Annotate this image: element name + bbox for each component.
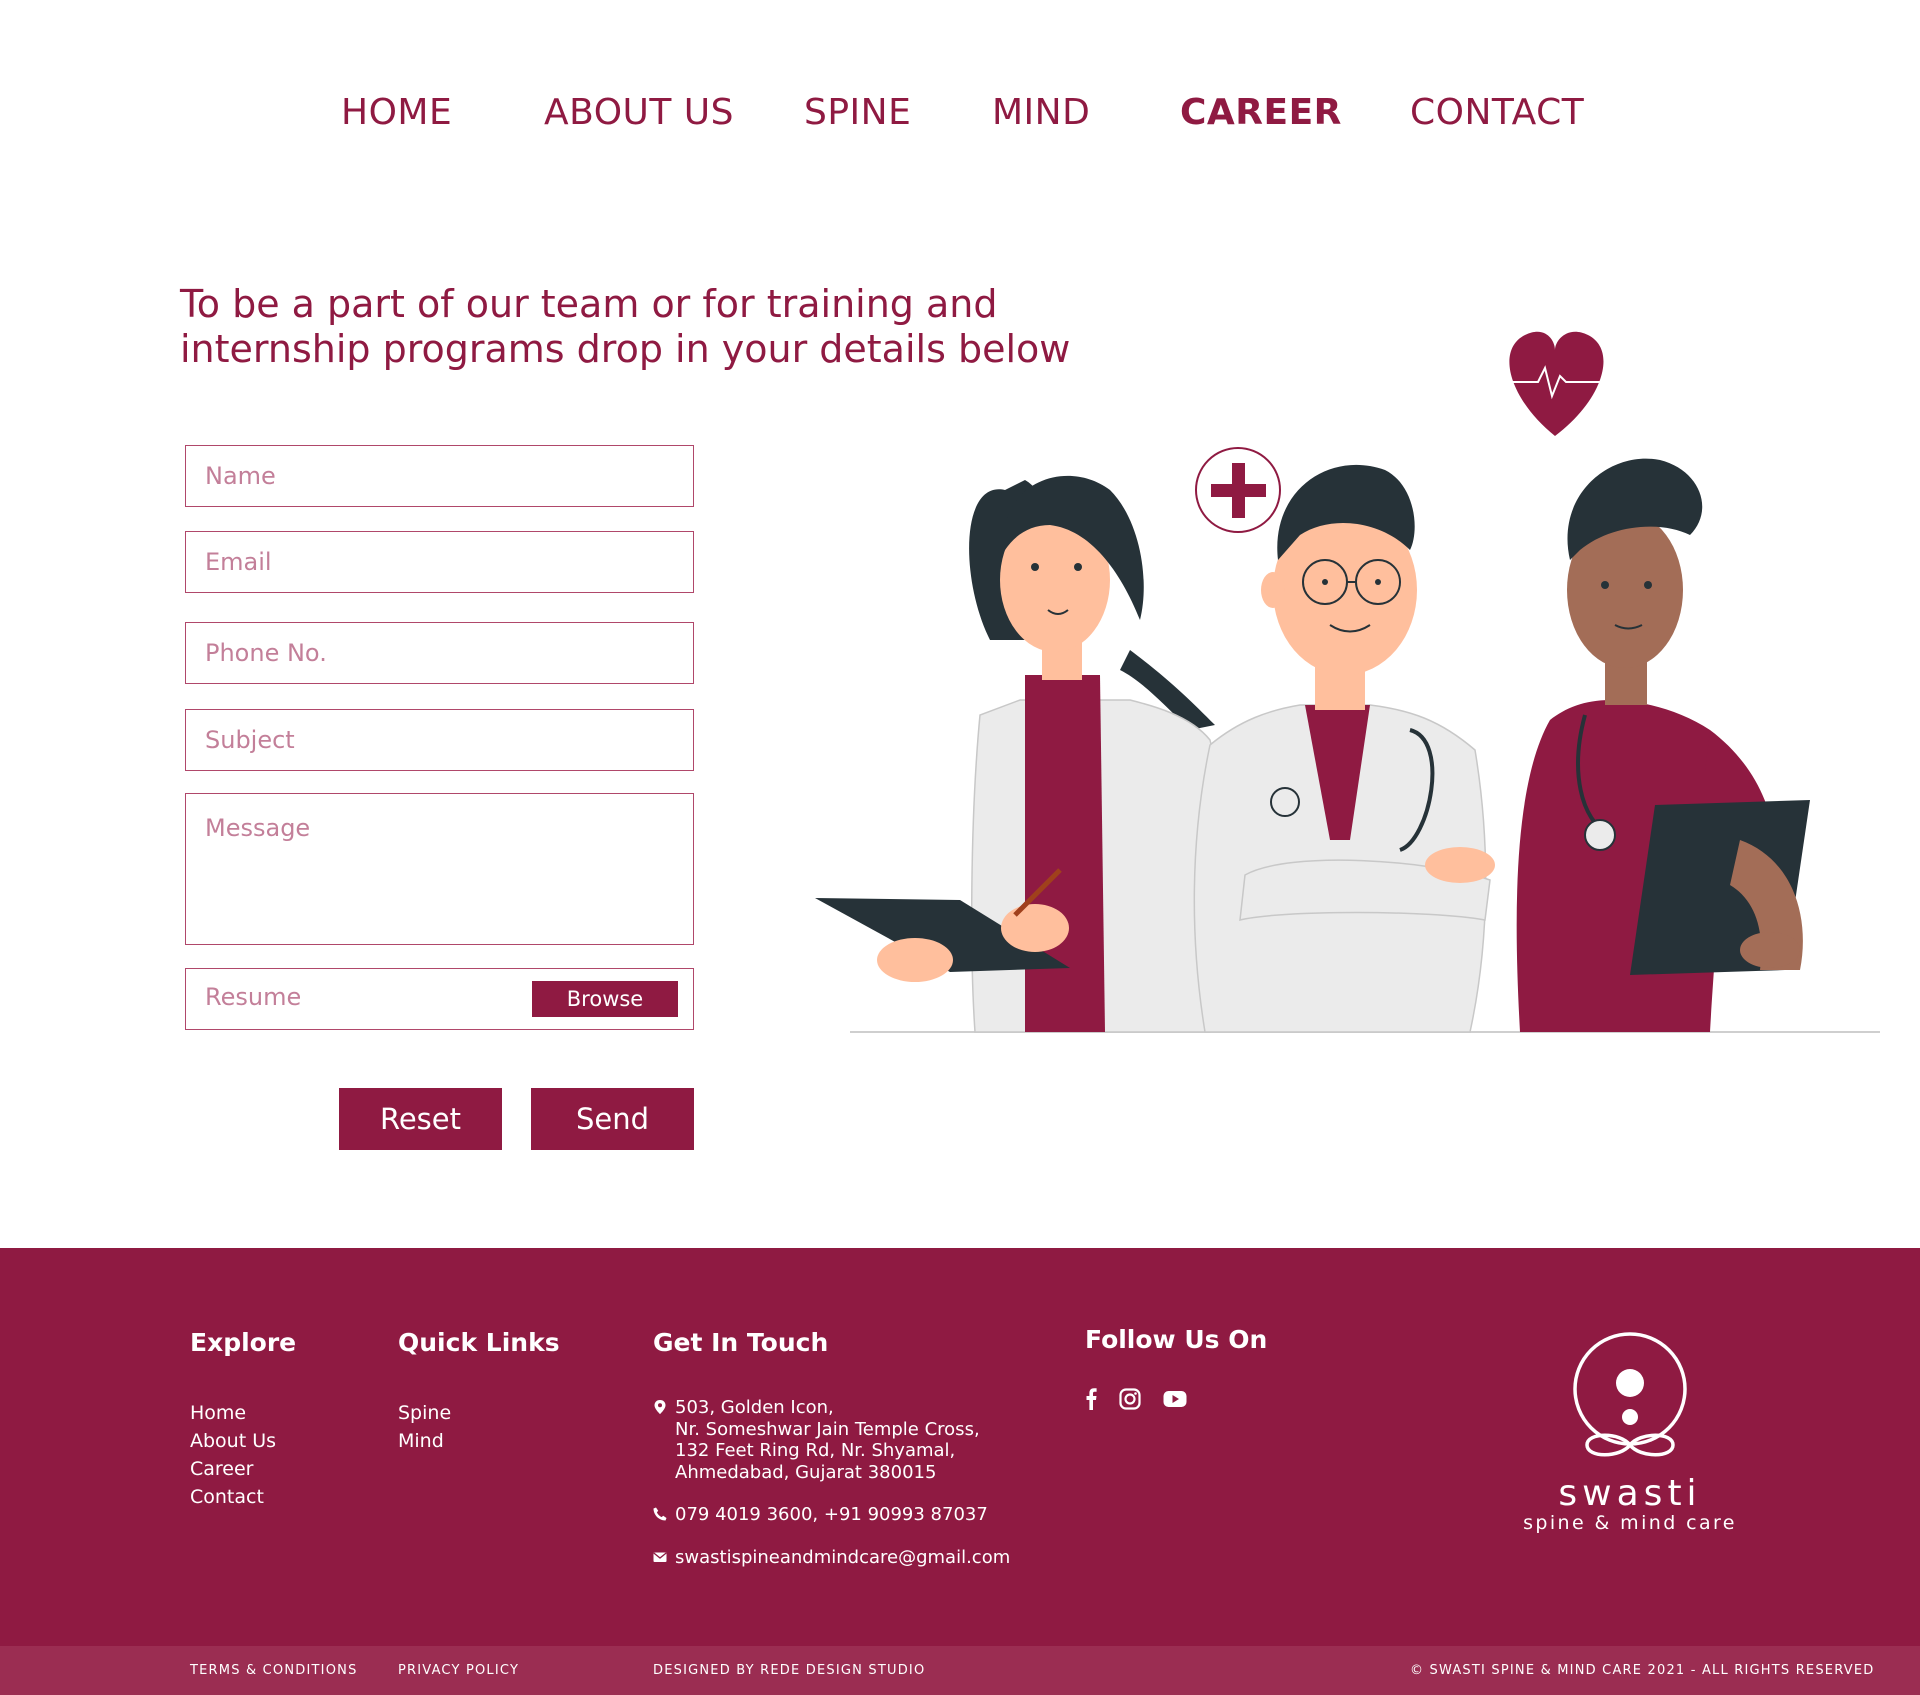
footer-link-home[interactable]: Home [190,1399,296,1427]
address-block: 503, Golden Icon, Nr. Someshwar Jain Tem… [653,1397,1010,1483]
reset-button[interactable]: Reset [339,1088,502,1150]
nav-home[interactable]: HOME [341,92,452,133]
heart-icon [1509,331,1604,436]
resume-label: Resume [205,983,302,1011]
medical-plus-icon [1195,447,1281,533]
address-line-3: 132 Feet Ring Rd, Nr. Shyamal, [675,1440,956,1461]
nurse-figure [1516,458,1810,1032]
name-input[interactable] [186,446,693,506]
facebook-icon[interactable] [1085,1388,1097,1415]
quick-links-heading: Quick Links [398,1328,560,1357]
footer-link-contact[interactable]: Contact [190,1483,296,1511]
subject-field-box [185,709,694,771]
male-doctor-figure [1193,464,1495,1033]
footer-logo: swasti spine & mind care [1500,1332,1760,1534]
email-field-box [185,531,694,593]
phone-icon [653,1507,667,1521]
nav-spine[interactable]: SPINE [804,92,911,133]
phone-row: 079 4019 3600, +91 90993 87037 [653,1504,1010,1526]
designed-by-credit: DESIGNED BY REDE DESIGN STUDIO [653,1663,926,1678]
message-field-box [185,793,694,945]
footer-follow: Follow Us On [1085,1325,1267,1415]
main-nav: HOME ABOUT US SPINE MIND CAREER CONTACT [0,92,1920,136]
logo-wordmark: swasti [1558,1473,1702,1514]
privacy-link[interactable]: PRIVACY POLICY [398,1663,519,1678]
email-row: swastispineandmindcare@gmail.com [653,1547,1010,1569]
phone-field-box [185,622,694,684]
send-button[interactable]: Send [531,1088,694,1150]
doctors-illustration [810,320,1890,1040]
follow-heading: Follow Us On [1085,1325,1268,1354]
instagram-icon[interactable] [1119,1388,1141,1415]
phone-numbers: 079 4019 3600, +91 90993 87037 [675,1504,988,1525]
location-pin-icon [654,1400,666,1414]
nav-contact[interactable]: CONTACT [1410,92,1584,133]
swasti-logo-mark [1573,1332,1687,1457]
doctors-illustration-svg [815,331,1880,1033]
explore-heading: Explore [190,1328,297,1357]
female-doctor-figure [815,475,1220,1033]
youtube-icon[interactable] [1163,1390,1187,1413]
site-footer: Explore Home About Us Career Contact Qui… [0,1248,1920,1646]
nav-mind[interactable]: MIND [992,92,1090,133]
browse-button[interactable]: Browse [532,981,678,1017]
footer-link-career[interactable]: Career [190,1455,296,1483]
address-line-2: Nr. Someshwar Jain Temple Cross, [675,1418,980,1440]
bottom-bar: TERMS & CONDITIONS PRIVACY POLICY DESIGN… [0,1646,1920,1695]
phone-input[interactable] [186,623,693,683]
copyright-text: © SWASTI SPINE & MIND CARE 2021 - ALL RI… [1410,1663,1875,1678]
logo-tagline: spine & mind care [1523,1512,1737,1534]
footer-explore: Explore Home About Us Career Contact [190,1328,296,1511]
footer-link-mind[interactable]: Mind [398,1427,560,1455]
mail-icon [653,1551,667,1562]
get-in-touch-heading: Get In Touch [653,1328,829,1357]
footer-get-in-touch: Get In Touch 503, Golden Icon, Nr. Somes… [653,1328,1010,1568]
nav-career[interactable]: CAREER [1180,92,1342,133]
name-field-box [185,445,694,507]
message-textarea[interactable] [186,794,693,944]
address-line-1: 503, Golden Icon, [675,1397,834,1418]
footer-quick-links: Quick Links Spine Mind [398,1328,560,1455]
subject-input[interactable] [186,710,693,770]
resume-field-box: Resume Browse [185,968,694,1030]
nav-about-us[interactable]: ABOUT US [544,92,734,133]
address-line-4: Ahmedabad, Gujarat 380015 [675,1461,937,1483]
footer-link-spine[interactable]: Spine [398,1399,560,1427]
footer-link-about-us[interactable]: About Us [190,1427,296,1455]
email-address[interactable]: swastispineandmindcare@gmail.com [675,1547,1010,1568]
email-input[interactable] [186,532,693,592]
terms-link[interactable]: TERMS & CONDITIONS [190,1663,358,1678]
